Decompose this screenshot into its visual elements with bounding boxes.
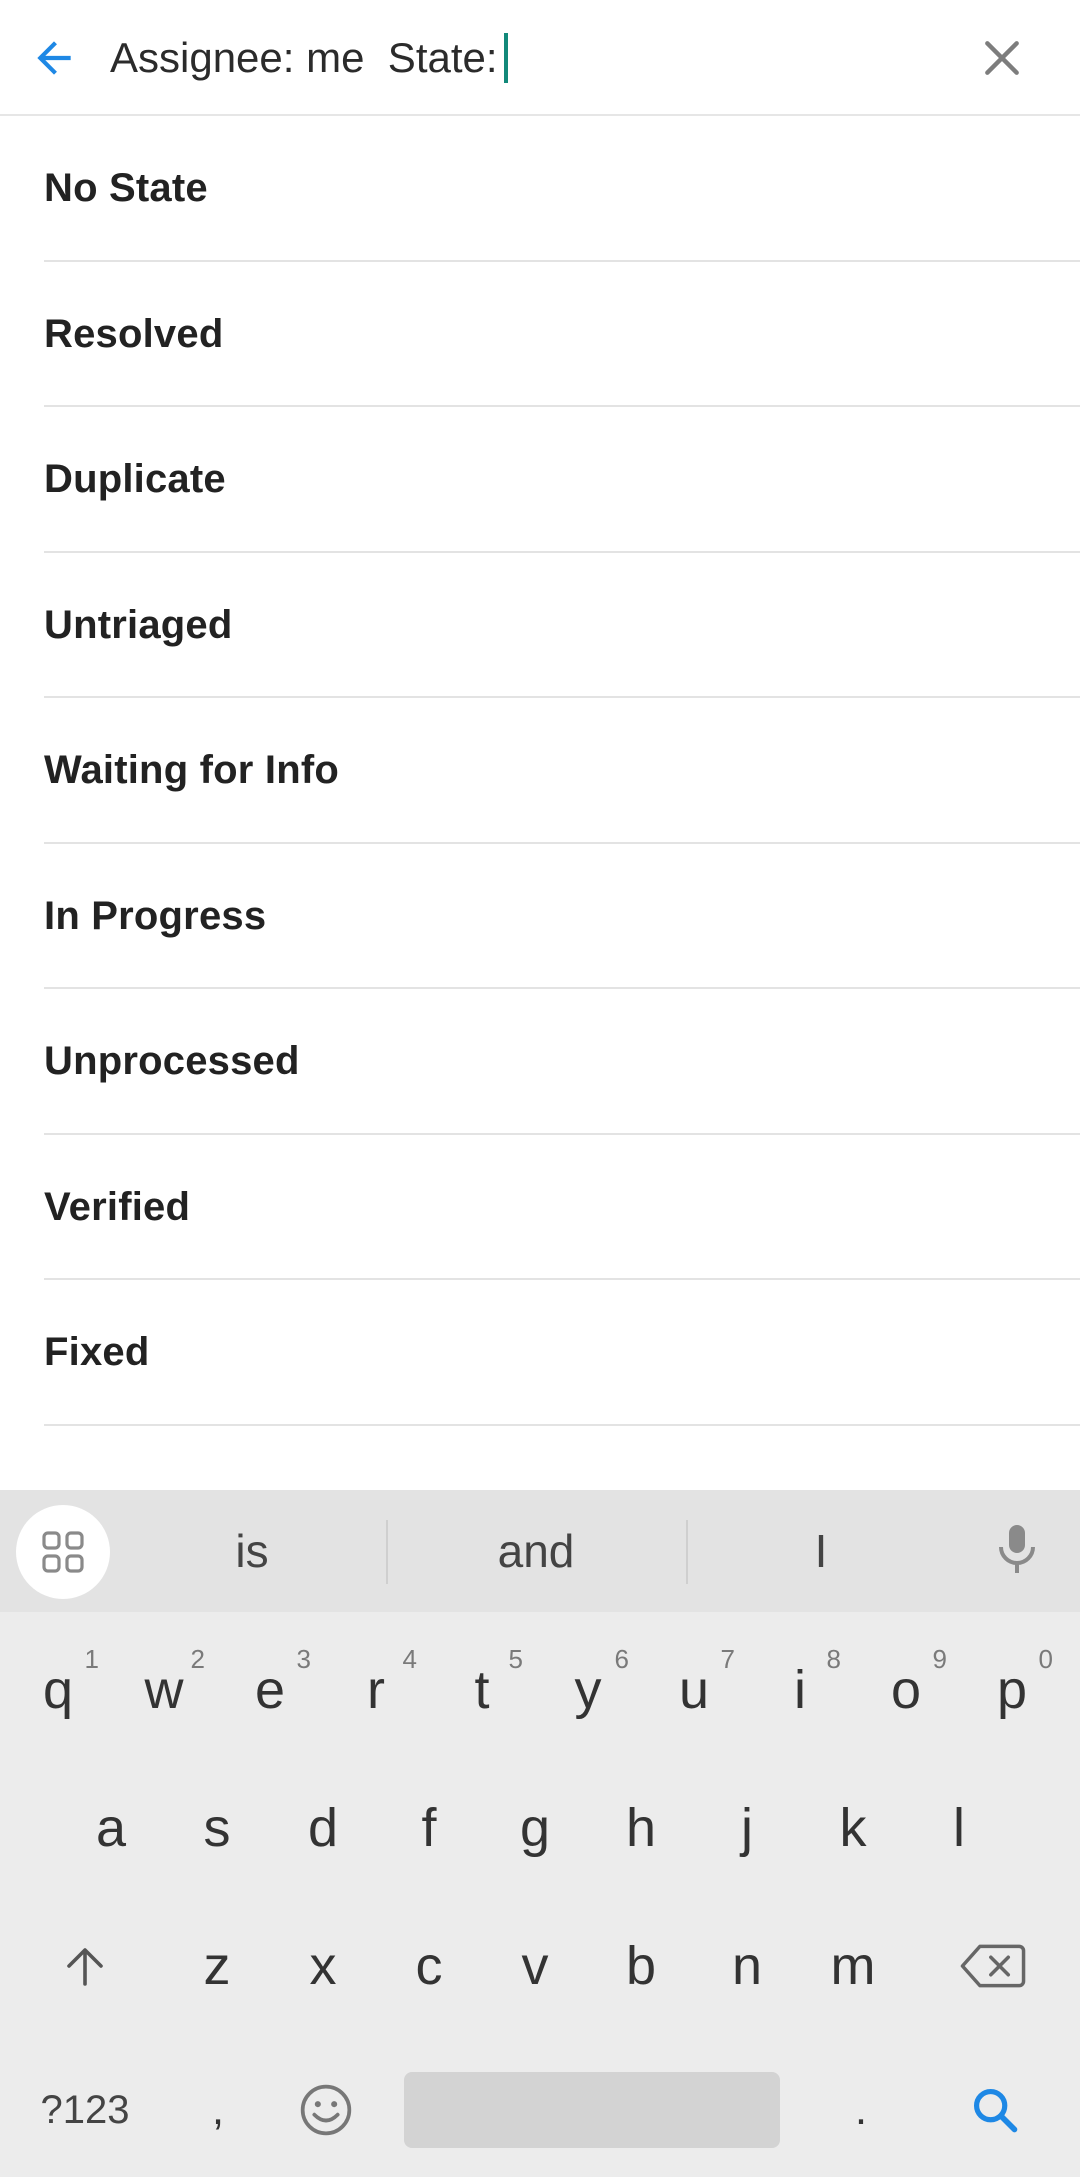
on-screen-keyboard: is and I q1 w2 e3 r4 t5 y6 u7 i8 o9 p0 a… bbox=[0, 1490, 1080, 2177]
key-b[interactable]: b bbox=[588, 1906, 694, 2026]
emoji-key[interactable] bbox=[276, 2050, 376, 2170]
list-item[interactable]: Untriaged bbox=[0, 553, 1080, 698]
back-button[interactable] bbox=[22, 26, 86, 90]
search-query-text: Assignee: me State: bbox=[110, 34, 498, 81]
word-suggestion[interactable]: and bbox=[396, 1490, 676, 1612]
key-j[interactable]: j bbox=[694, 1768, 800, 1888]
key-label: i bbox=[794, 1660, 806, 1720]
key-hint: 2 bbox=[190, 1644, 205, 1674]
key-a[interactable]: a bbox=[58, 1768, 164, 1888]
key-c[interactable]: c bbox=[376, 1906, 482, 2026]
voice-input-button[interactable] bbox=[980, 1512, 1054, 1586]
search-action-key[interactable] bbox=[940, 2050, 1050, 2170]
key-f[interactable]: f bbox=[376, 1768, 482, 1888]
search-icon bbox=[973, 2088, 1018, 2133]
key-label: p bbox=[996, 1660, 1028, 1720]
list-item[interactable]: Verified bbox=[0, 1135, 1080, 1280]
key-hint: 8 bbox=[826, 1644, 841, 1674]
key-o[interactable]: o9 bbox=[853, 1630, 959, 1750]
key-r[interactable]: r4 bbox=[323, 1630, 429, 1750]
symbols-key[interactable]: ?123 bbox=[20, 2050, 150, 2170]
list-item-label: Untriaged bbox=[44, 602, 233, 647]
close-icon bbox=[985, 41, 1019, 75]
search-toolbar: Assignee: me State: bbox=[0, 0, 1080, 116]
text-cursor bbox=[503, 33, 508, 83]
suggestion-strip: is and I bbox=[0, 1490, 1080, 1612]
apps-grid-icon bbox=[42, 1531, 84, 1573]
keyboard-apps-button[interactable] bbox=[16, 1505, 110, 1599]
shift-icon bbox=[67, 1948, 103, 1986]
list-item-label: Unprocessed bbox=[44, 1039, 300, 1084]
list-item[interactable]: Duplicate bbox=[0, 407, 1080, 553]
key-q[interactable]: q1 bbox=[5, 1630, 111, 1750]
list-item-label: In Progress bbox=[44, 893, 267, 938]
key-d[interactable]: d bbox=[270, 1768, 376, 1888]
list-item-label: No State bbox=[44, 166, 208, 211]
divider bbox=[44, 1423, 1080, 1426]
word-suggestion[interactable]: is bbox=[130, 1490, 374, 1612]
key-l[interactable]: l bbox=[906, 1768, 1012, 1888]
key-k[interactable]: k bbox=[800, 1768, 906, 1888]
list-item[interactable]: No State bbox=[0, 116, 1080, 262]
key-hint: 9 bbox=[932, 1644, 947, 1674]
list-item-label: Duplicate bbox=[44, 457, 226, 502]
key-label: r bbox=[367, 1660, 385, 1720]
key-hint: 0 bbox=[1038, 1644, 1053, 1674]
list-item-label: Resolved bbox=[44, 311, 224, 356]
list-item-label: Verified bbox=[44, 1184, 191, 1229]
arrow-back-icon bbox=[37, 41, 71, 75]
list-item-label: Waiting for Info bbox=[44, 748, 339, 793]
key-y[interactable]: y6 bbox=[535, 1630, 641, 1750]
key-t[interactable]: t5 bbox=[429, 1630, 535, 1750]
key-hint: 3 bbox=[296, 1644, 311, 1674]
period-key[interactable]: . bbox=[808, 2050, 914, 2170]
list-item[interactable]: Waiting for Info bbox=[0, 698, 1080, 844]
key-label: w bbox=[144, 1660, 184, 1720]
key-hint: 7 bbox=[720, 1644, 735, 1674]
divider bbox=[686, 1520, 688, 1584]
key-label: t bbox=[474, 1660, 490, 1720]
key-h[interactable]: h bbox=[588, 1768, 694, 1888]
state-suggestion-list: No State Resolved Duplicate Untriaged Wa… bbox=[0, 116, 1080, 1426]
key-hint: 6 bbox=[614, 1644, 629, 1674]
key-s[interactable]: s bbox=[164, 1768, 270, 1888]
key-w[interactable]: w2 bbox=[111, 1630, 217, 1750]
key-p[interactable]: p0 bbox=[959, 1630, 1065, 1750]
microphone-icon bbox=[999, 1525, 1035, 1573]
key-v[interactable]: v bbox=[482, 1906, 588, 2026]
list-item[interactable]: Fixed bbox=[0, 1280, 1080, 1426]
key-label: o bbox=[890, 1660, 922, 1720]
key-label: q bbox=[42, 1660, 74, 1720]
key-x[interactable]: x bbox=[270, 1906, 376, 2026]
key-label: u bbox=[678, 1660, 710, 1720]
list-item[interactable]: Unprocessed bbox=[0, 989, 1080, 1135]
key-u[interactable]: u7 bbox=[641, 1630, 747, 1750]
clear-search-button[interactable] bbox=[966, 22, 1038, 94]
key-m[interactable]: m bbox=[800, 1906, 906, 2026]
key-hint: 4 bbox=[402, 1644, 417, 1674]
key-hint: 5 bbox=[508, 1644, 523, 1674]
list-item[interactable]: Resolved bbox=[0, 262, 1080, 407]
key-e[interactable]: e3 bbox=[217, 1630, 323, 1750]
list-item-label: Fixed bbox=[44, 1330, 150, 1375]
key-label: y bbox=[574, 1660, 602, 1720]
key-i[interactable]: i8 bbox=[747, 1630, 853, 1750]
space-key[interactable] bbox=[404, 2072, 780, 2148]
shift-key[interactable] bbox=[30, 1906, 140, 2026]
key-n[interactable]: n bbox=[694, 1906, 800, 2026]
key-hint: 1 bbox=[84, 1644, 99, 1674]
backspace-key[interactable] bbox=[936, 1906, 1050, 2026]
backspace-icon bbox=[960, 1944, 1026, 1988]
key-label: e bbox=[254, 1660, 286, 1720]
key-g[interactable]: g bbox=[482, 1768, 588, 1888]
emoji-icon bbox=[300, 2084, 352, 2136]
key-z[interactable]: z bbox=[164, 1906, 270, 2026]
word-suggestion[interactable]: I bbox=[696, 1490, 946, 1612]
comma-key[interactable]: , bbox=[166, 2050, 270, 2170]
search-input[interactable]: Assignee: me State: bbox=[110, 24, 508, 92]
list-item[interactable]: In Progress bbox=[0, 844, 1080, 989]
divider bbox=[386, 1520, 388, 1584]
